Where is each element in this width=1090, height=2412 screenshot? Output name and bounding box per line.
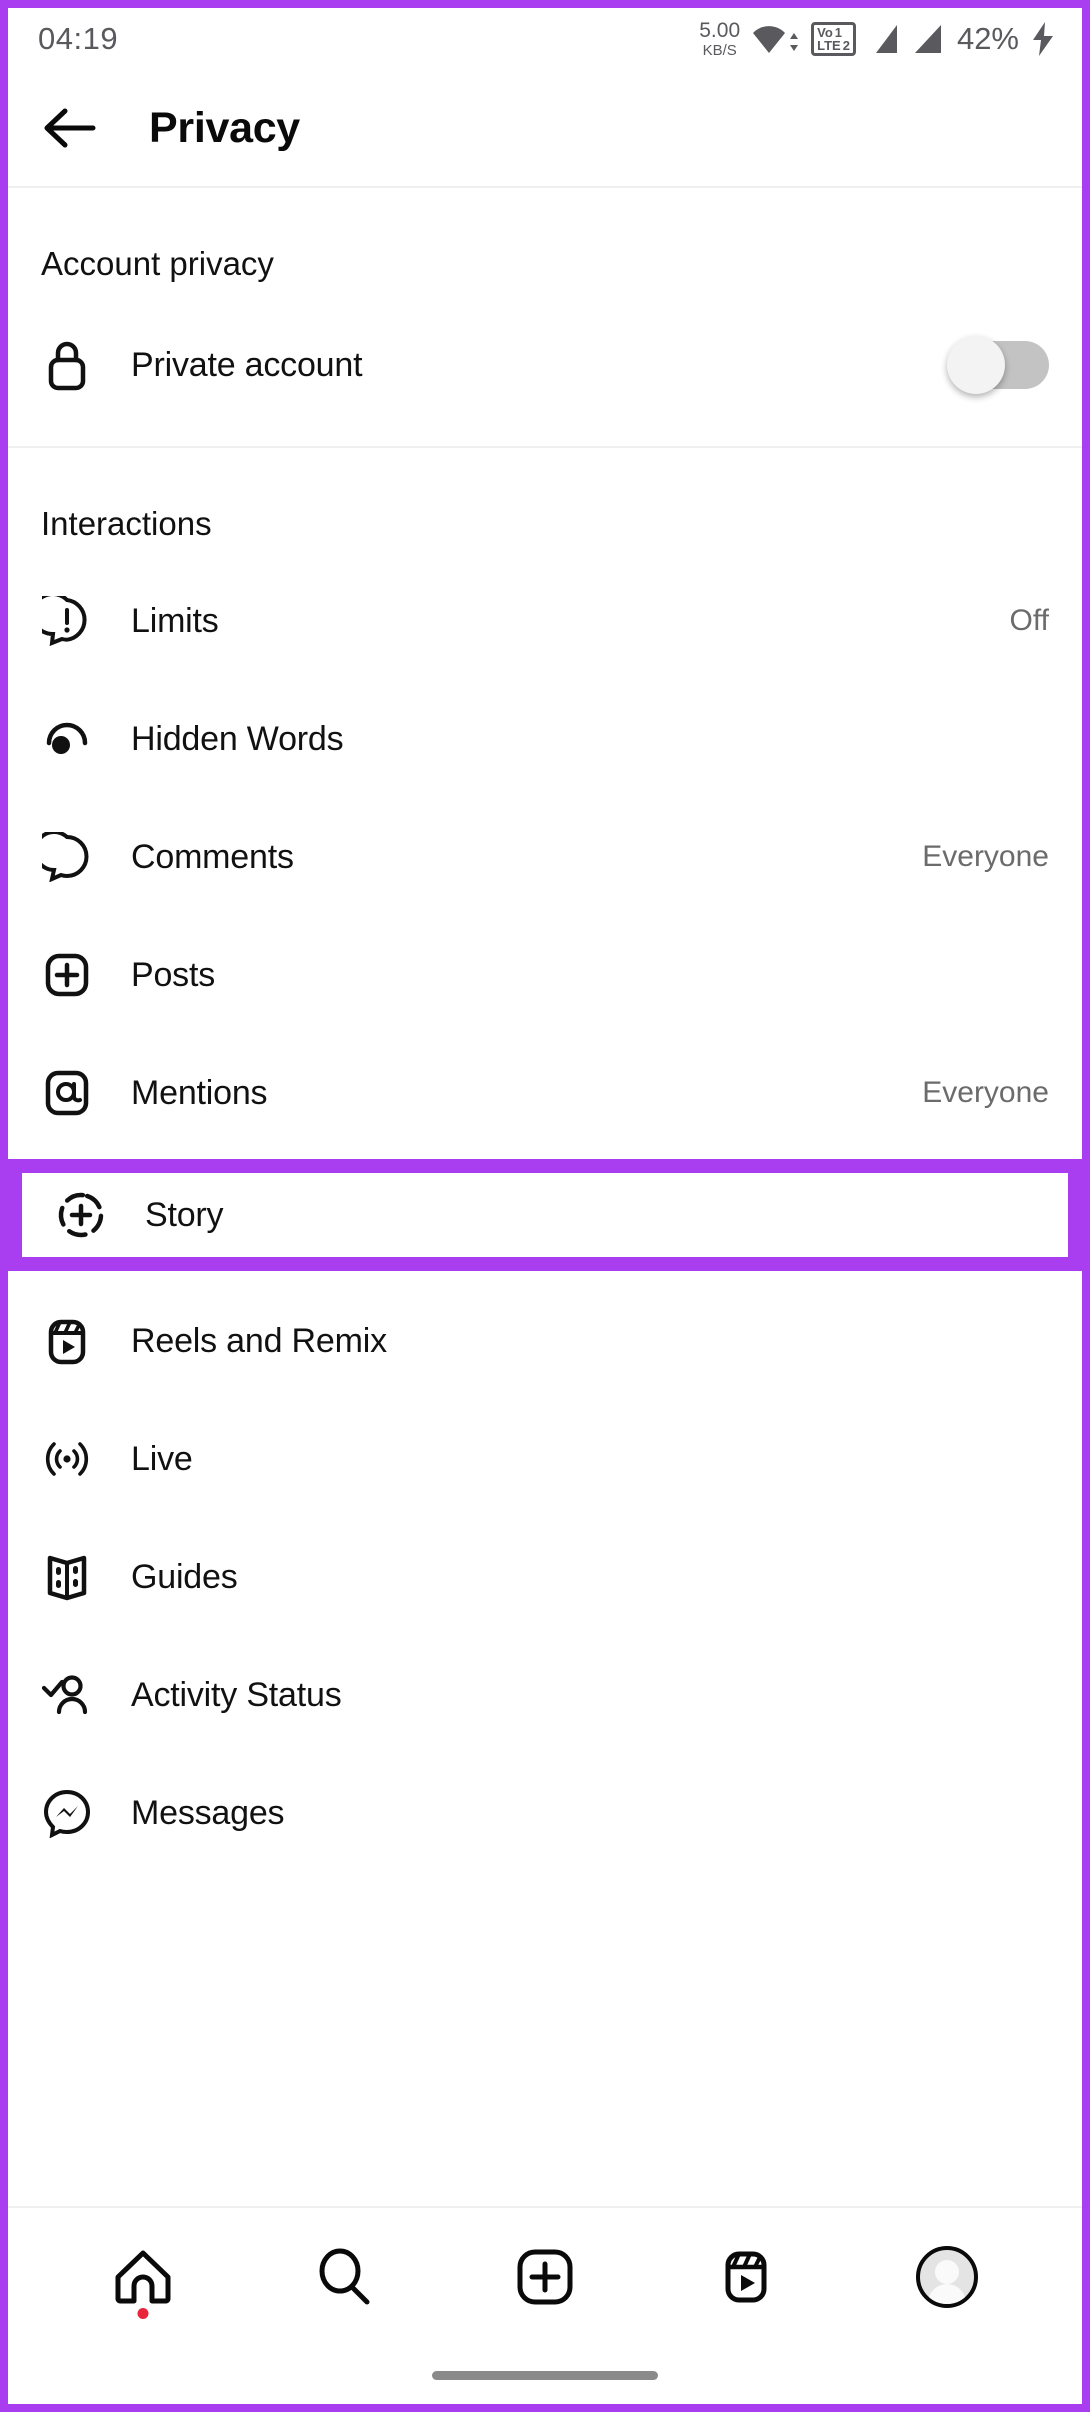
home-icon [115, 2250, 171, 2304]
row-label: Live [131, 1439, 193, 1478]
nav-home-button[interactable] [95, 2229, 191, 2325]
activity-status-icon [39, 1670, 95, 1720]
status-clock: 04:19 [38, 21, 119, 56]
signal-bars-icon [875, 25, 897, 53]
nav-profile-button[interactable] [899, 2229, 995, 2325]
row-value: Everyone [922, 1076, 1049, 1109]
row-label: Story [145, 1195, 224, 1234]
settings-list: Account privacy Private account Interact… [8, 188, 1082, 2206]
profile-avatar-icon [916, 2246, 979, 2308]
toggle-knob [947, 336, 1005, 394]
signal-bars-icon [914, 25, 941, 53]
guides-icon [39, 1552, 95, 1602]
row-label: Posts [131, 955, 216, 994]
back-button[interactable] [38, 96, 102, 160]
mention-icon [39, 1068, 95, 1118]
network-speed-indicator: 5.00 KB/S [699, 20, 740, 58]
nav-create-button[interactable] [497, 2229, 593, 2325]
charging-bolt-icon [1033, 22, 1053, 56]
avatar-head [935, 2260, 960, 2284]
row-label: Activity Status [131, 1675, 342, 1714]
row-posts[interactable]: Posts [8, 931, 1082, 1019]
row-label: Private account [131, 345, 363, 384]
row-story[interactable]: Story [22, 1173, 1068, 1257]
live-icon [39, 1434, 95, 1484]
messenger-icon [39, 1788, 95, 1838]
row-comments[interactable]: Comments Everyone [8, 813, 1082, 901]
comment-icon [39, 832, 95, 882]
nav-reels-button[interactable] [698, 2229, 794, 2325]
row-label: Hidden Words [131, 719, 344, 758]
volte-icon: Vo 1 LTE 2 [811, 22, 856, 56]
private-account-toggle[interactable] [947, 336, 1049, 394]
lock-icon [39, 339, 95, 391]
row-label: Messages [131, 1793, 285, 1832]
row-hidden-words[interactable]: Hidden Words [8, 695, 1082, 783]
highlight-box-story: Story [8, 1159, 1082, 1271]
limits-icon [39, 596, 95, 646]
network-speed-value: 5.00 [699, 19, 741, 42]
phone-screen: 04:19 5.00 KB/S Vo 1 LTE 2 42% Privacy A… [0, 0, 1090, 2412]
row-mentions[interactable]: Mentions Everyone [8, 1049, 1082, 1137]
home-indicator[interactable] [432, 2370, 658, 2380]
back-arrow-icon [44, 108, 96, 148]
row-live[interactable]: Live [8, 1415, 1082, 1503]
sim2-label: 2 [842, 38, 850, 53]
row-reels-and-remix[interactable]: Reels and Remix [8, 1297, 1082, 1385]
story-icon [53, 1189, 109, 1241]
row-messages[interactable]: Messages [8, 1769, 1082, 1857]
row-private-account[interactable]: Private account [8, 321, 1082, 409]
home-indicator-area [8, 2346, 1082, 2404]
nav-search-button[interactable] [296, 2229, 392, 2325]
section-account-privacy: Account privacy Private account [8, 188, 1082, 448]
data-transfer-arrows-icon [790, 33, 799, 51]
row-limits[interactable]: Limits Off [8, 577, 1082, 665]
row-label: Mentions [131, 1073, 268, 1112]
search-icon [319, 2248, 370, 2305]
section-interactions: Interactions Limits Off Hidden Words Com… [8, 448, 1082, 1857]
page-header: Privacy [8, 70, 1082, 188]
row-value: Everyone [922, 840, 1049, 873]
row-label: Limits [131, 601, 219, 640]
reels-icon [39, 1315, 95, 1367]
row-label: Reels and Remix [131, 1321, 387, 1360]
wifi-icon [751, 24, 800, 54]
home-notification-badge [137, 2308, 149, 2319]
section-heading-account-privacy: Account privacy [41, 245, 274, 282]
row-guides[interactable]: Guides [8, 1533, 1082, 1621]
row-activity-status[interactable]: Activity Status [8, 1651, 1082, 1739]
network-speed-unit: KB/S [702, 42, 737, 59]
post-icon [39, 950, 95, 1000]
volte-label-bottom: LTE [817, 38, 841, 53]
create-icon [517, 2249, 573, 2305]
battery-percentage: 42% [956, 21, 1019, 56]
avatar-body [928, 2284, 967, 2304]
status-bar: 04:19 5.00 KB/S Vo 1 LTE 2 42% [8, 8, 1082, 70]
row-label: Guides [131, 1557, 238, 1596]
row-value: Off [1009, 604, 1049, 637]
row-label: Comments [131, 837, 294, 876]
page-title: Privacy [149, 103, 300, 152]
reels-nav-icon [725, 2251, 767, 2303]
hidden-words-icon [39, 714, 95, 764]
bottom-navigation-bar [8, 2206, 1082, 2346]
section-heading-interactions: Interactions [41, 505, 212, 542]
